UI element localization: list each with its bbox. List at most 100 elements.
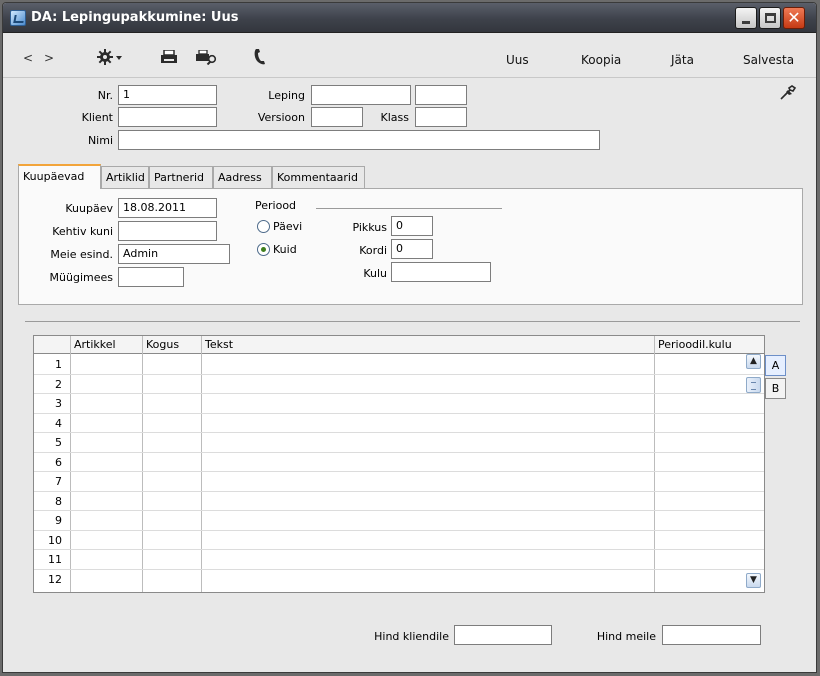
pikkus-label: Pikkus — [352, 221, 387, 234]
versioon-field[interactable] — [311, 107, 363, 127]
print-preview-icon[interactable] — [196, 49, 218, 68]
row-number: 6 — [55, 455, 62, 469]
table-row[interactable]: 9 — [34, 511, 764, 531]
row-number: 3 — [55, 397, 62, 410]
app-icon — [10, 10, 26, 26]
row-number: 2 — [55, 377, 62, 391]
window: DA: Lepingupakkumine: Uus ✕ < > Uus Koop… — [2, 2, 817, 673]
table-row[interactable]: 1 — [34, 355, 764, 375]
nimi-label: Nimi — [87, 134, 113, 147]
radio-paevi-label: Päevi — [273, 220, 303, 233]
skip-button[interactable]: Jäta — [671, 53, 694, 67]
table-row[interactable]: 8 — [34, 492, 764, 511]
hind-meile-field[interactable] — [662, 625, 761, 645]
title-bar: DA: Lepingupakkumine: Uus ✕ — [3, 3, 816, 33]
periood-label: Periood — [255, 199, 297, 212]
row-number: 9 — [55, 514, 62, 527]
close-icon: ✕ — [787, 8, 801, 27]
table-row[interactable]: 10 — [34, 531, 764, 550]
table-row[interactable]: 5 — [34, 433, 764, 453]
klass-label: Klass — [380, 111, 409, 124]
leping-field[interactable] — [311, 85, 411, 105]
minimize-icon — [742, 21, 750, 24]
leping-secondary-field[interactable] — [415, 85, 467, 105]
tab-kommentaarid[interactable]: Kommentaarid — [272, 166, 365, 188]
tab-kuupaevad[interactable]: Kuupäevad — [18, 164, 101, 189]
table-row[interactable]: 11 — [34, 550, 764, 570]
kordi-field[interactable]: 0 — [391, 239, 433, 259]
next-record-button[interactable]: > — [44, 51, 54, 65]
row-number: 4 — [55, 416, 62, 430]
muugimees-field[interactable] — [118, 267, 184, 287]
print-icon[interactable] — [160, 49, 178, 67]
kulu-field[interactable] — [391, 262, 491, 282]
row-number: 7 — [55, 475, 62, 488]
leping-label: Leping — [268, 89, 305, 102]
hind-meile-label: Hind meile — [596, 630, 656, 643]
window-title: DA: Lepingupakkumine: Uus — [31, 10, 239, 25]
kuupaev-field[interactable]: 18.08.2011 — [118, 198, 217, 218]
kehtiv-kuni-label: Kehtiv kuni — [52, 225, 113, 238]
kuupaev-label: Kuupäev — [65, 202, 113, 215]
row-number: 12 — [48, 572, 62, 586]
row-number: 5 — [55, 436, 62, 449]
scroll-up-button[interactable]: ▲ — [746, 354, 761, 369]
grid-scrollbar[interactable]: ▲ ▼ — [746, 354, 762, 592]
close-button[interactable]: ✕ — [783, 7, 805, 29]
table-row[interactable]: 7 — [34, 472, 764, 492]
table-row[interactable]: 2 — [34, 375, 764, 394]
kulu-label: Kulu — [363, 267, 387, 280]
hind-kliendile-label: Hind kliendile — [374, 630, 449, 643]
tab-aadress[interactable]: Aadress — [213, 166, 272, 188]
column-header-tekst[interactable]: Tekst — [205, 338, 233, 351]
radio-paevi[interactable] — [257, 220, 270, 233]
maximize-icon — [765, 13, 776, 23]
table-row[interactable]: 4 — [34, 414, 764, 433]
nimi-field[interactable] — [118, 130, 600, 150]
table-row[interactable]: 6 — [34, 453, 764, 472]
klient-label: Klient — [81, 111, 113, 124]
toolbar: < > Uus Koopia Jäta Salvesta — [3, 33, 816, 78]
meie-esind-label: Meie esind. — [50, 248, 113, 261]
scroll-down-button[interactable]: ▼ — [746, 573, 761, 588]
row-number: 11 — [48, 553, 62, 566]
klient-field[interactable] — [118, 107, 217, 127]
gear-icon[interactable] — [97, 48, 123, 69]
pin-icon[interactable] — [779, 85, 797, 104]
periood-group-line — [316, 208, 502, 209]
previous-record-button[interactable]: < — [23, 51, 33, 65]
table-row[interactable]: 3 — [34, 394, 764, 414]
column-header-artikkel[interactable]: Artikkel — [74, 338, 116, 351]
muugimees-label: Müügimees — [49, 271, 113, 284]
versioon-label: Versioon — [257, 111, 305, 124]
column-header-kogus[interactable]: Kogus — [146, 338, 179, 351]
grid-side-tab-a[interactable]: A — [765, 355, 786, 376]
items-grid[interactable]: Artikkel Kogus Tekst Perioodil.kulu 1 2 … — [33, 335, 765, 593]
nr-label: Nr. — [97, 89, 113, 102]
table-row[interactable]: 12 — [34, 570, 764, 590]
copy-button[interactable]: Koopia — [581, 53, 621, 67]
hind-kliendile-field[interactable] — [454, 625, 552, 645]
row-number: 10 — [48, 533, 62, 547]
radio-kuid[interactable] — [257, 243, 270, 256]
minimize-button[interactable] — [735, 7, 757, 29]
klass-field[interactable] — [415, 107, 467, 127]
new-button[interactable]: Uus — [506, 53, 529, 67]
maximize-button[interactable] — [759, 7, 781, 29]
meie-esind-field[interactable]: Admin — [118, 244, 230, 264]
kehtiv-kuni-field[interactable] — [118, 221, 217, 241]
tab-partnerid[interactable]: Partnerid — [149, 166, 213, 188]
save-button[interactable]: Salvesta — [743, 53, 794, 67]
kordi-label: Kordi — [359, 244, 387, 257]
phone-icon[interactable] — [253, 48, 267, 68]
row-number: 1 — [55, 358, 62, 371]
section-divider — [25, 321, 800, 322]
pikkus-field[interactable]: 0 — [391, 216, 433, 236]
tab-artiklid[interactable]: Artiklid — [101, 166, 149, 188]
nr-field[interactable]: 1 — [118, 85, 217, 105]
radio-kuid-label: Kuid — [273, 243, 297, 256]
grid-side-tab-b[interactable]: B — [765, 378, 786, 399]
scroll-thumb[interactable] — [746, 377, 761, 393]
dropdown-arrow-icon — [116, 56, 122, 60]
column-header-perioodil-kulu[interactable]: Perioodil.kulu — [658, 338, 732, 351]
